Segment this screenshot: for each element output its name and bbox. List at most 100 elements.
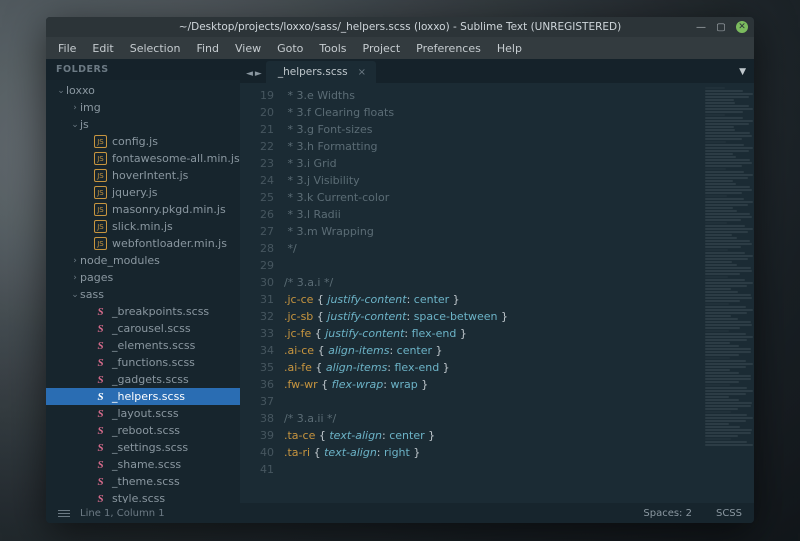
code-line[interactable]: .ta-ri { text-align: right } — [284, 444, 702, 461]
line-number: 26 — [240, 206, 274, 223]
tree-item-label: hoverIntent.js — [112, 169, 188, 182]
code-line[interactable]: * 3.m Wrapping — [284, 223, 702, 240]
menu-selection[interactable]: Selection — [122, 39, 189, 58]
folder-node_modules[interactable]: ›node_modules — [46, 252, 240, 269]
titlebar[interactable]: ~/Desktop/projects/loxxo/sass/_helpers.s… — [46, 17, 754, 37]
menu-preferences[interactable]: Preferences — [408, 39, 489, 58]
line-number: 40 — [240, 444, 274, 461]
code-line[interactable] — [284, 393, 702, 410]
sass-file-icon: S — [94, 407, 107, 420]
tab-overflow-icon[interactable]: ▼ — [739, 67, 746, 77]
file-_gadgets.scss[interactable]: S_gadgets.scss — [46, 371, 240, 388]
file-slick.min.js[interactable]: JSslick.min.js — [46, 218, 240, 235]
folder-loxxo[interactable]: ⌄loxxo — [46, 82, 240, 99]
menu-view[interactable]: View — [227, 39, 269, 58]
code-line[interactable]: .jc-ce { justify-content: center } — [284, 291, 702, 308]
maximize-icon[interactable]: ▢ — [716, 22, 726, 32]
code-line[interactable]: * 3.f Clearing floats — [284, 104, 702, 121]
code-line[interactable] — [284, 461, 702, 478]
menu-goto[interactable]: Goto — [269, 39, 311, 58]
code-line[interactable]: /* 3.a.ii */ — [284, 410, 702, 427]
minimize-icon[interactable]: — — [696, 22, 706, 32]
code-line[interactable]: * 3.k Current-color — [284, 189, 702, 206]
menu-edit[interactable]: Edit — [84, 39, 121, 58]
tab-label: _helpers.scss — [278, 66, 348, 78]
code-line[interactable]: * 3.i Grid — [284, 155, 702, 172]
file-style.scss[interactable]: Sstyle.scss — [46, 490, 240, 503]
line-number: 29 — [240, 257, 274, 274]
code-line[interactable]: * 3.g Font-sizes — [284, 121, 702, 138]
code-line[interactable]: .ta-ce { text-align: center } — [284, 427, 702, 444]
code-content[interactable]: * 3.e Widths * 3.f Clearing floats * 3.g… — [284, 83, 702, 503]
line-number: 33 — [240, 325, 274, 342]
code-area[interactable]: 1920212223242526272829303132333435363738… — [240, 83, 754, 503]
file-_helpers.scss[interactable]: S_helpers.scss — [46, 388, 240, 405]
file-jquery.js[interactable]: JS jquery.js — [46, 184, 240, 201]
code-line[interactable]: .ai-fe { align-items: flex-end } — [284, 359, 702, 376]
file-_layout.scss[interactable]: S_layout.scss — [46, 405, 240, 422]
file-hoverIntent.js[interactable]: JS hoverIntent.js — [46, 167, 240, 184]
close-icon[interactable]: ✕ — [736, 21, 748, 33]
tab-close-icon[interactable]: × — [358, 67, 366, 78]
code-line[interactable]: .ai-ce { align-items: center } — [284, 342, 702, 359]
code-line[interactable] — [284, 257, 702, 274]
file-fontawesome-all.min.js[interactable]: JSfontawesome-all.min.js — [46, 150, 240, 167]
file-_settings.scss[interactable]: S_settings.scss — [46, 439, 240, 456]
tab-nav-arrows[interactable]: ◄► — [240, 69, 266, 83]
file-_shame.scss[interactable]: S_shame.scss — [46, 456, 240, 473]
sass-file-icon: S — [94, 424, 107, 437]
syntax-setting[interactable]: SCSS — [716, 508, 742, 519]
code-line[interactable]: * 3.l Radii — [284, 206, 702, 223]
line-number: 21 — [240, 121, 274, 138]
tree-item-label: sass — [80, 288, 104, 301]
editor-pane: ◄► _helpers.scss × ▼ 1920212223242526272… — [240, 59, 754, 503]
file-_theme.scss[interactable]: S_theme.scss — [46, 473, 240, 490]
minimap[interactable] — [702, 83, 754, 503]
menu-project[interactable]: Project — [355, 39, 409, 58]
sass-file-icon: S — [94, 475, 107, 488]
code-line[interactable]: * 3.h Formatting — [284, 138, 702, 155]
code-line[interactable]: */ — [284, 240, 702, 257]
code-line[interactable]: .jc-sb { justify-content: space-between … — [284, 308, 702, 325]
js-file-icon: JS — [94, 186, 107, 199]
menu-tools[interactable]: Tools — [311, 39, 354, 58]
menu-find[interactable]: Find — [188, 39, 227, 58]
cursor-position[interactable]: Line 1, Column 1 — [80, 508, 165, 519]
code-line[interactable]: * 3.e Widths — [284, 87, 702, 104]
file-_reboot.scss[interactable]: S_reboot.scss — [46, 422, 240, 439]
tab-bar[interactable]: ◄► _helpers.scss × ▼ — [240, 59, 754, 83]
chevron-down-icon: ⌄ — [56, 86, 66, 96]
window-title: ~/Desktop/projects/loxxo/sass/_helpers.s… — [179, 21, 621, 33]
file-_carousel.scss[interactable]: S_carousel.scss — [46, 320, 240, 337]
code-line[interactable]: .fw-wr { flex-wrap: wrap } — [284, 376, 702, 393]
line-number: 19 — [240, 87, 274, 104]
folder-img[interactable]: ›img — [46, 99, 240, 116]
file-_breakpoints.scss[interactable]: S_breakpoints.scss — [46, 303, 240, 320]
tree-item-label: _shame.scss — [112, 458, 181, 471]
menu-file[interactable]: File — [50, 39, 84, 58]
file-_functions.scss[interactable]: S_functions.scss — [46, 354, 240, 371]
code-line[interactable]: * 3.j Visibility — [284, 172, 702, 189]
folder-pages[interactable]: ›pages — [46, 269, 240, 286]
indent-setting[interactable]: Spaces: 2 — [643, 508, 692, 519]
sidebar-header: FOLDERS — [46, 59, 240, 80]
file-webfontloader.min.js[interactable]: JSwebfontloader.min.js — [46, 235, 240, 252]
tree-item-label: jquery.js — [112, 186, 158, 199]
menu-help[interactable]: Help — [489, 39, 530, 58]
file-_elements.scss[interactable]: S_elements.scss — [46, 337, 240, 354]
code-line[interactable]: /* 3.a.i */ — [284, 274, 702, 291]
file-masonry.pkgd.min.js[interactable]: JSmasonry.pkgd.min.js — [46, 201, 240, 218]
menu-icon[interactable] — [58, 510, 70, 517]
tree-item-label: node_modules — [80, 254, 160, 267]
file-config.js[interactable]: JSconfig.js — [46, 133, 240, 150]
line-number: 31 — [240, 291, 274, 308]
tree-item-label: _helpers.scss — [112, 390, 185, 403]
folder-js[interactable]: ⌄js — [46, 116, 240, 133]
folder-sass[interactable]: ⌄sass — [46, 286, 240, 303]
code-line[interactable]: .jc-fe { justify-content: flex-end } — [284, 325, 702, 342]
folder-tree[interactable]: ⌄loxxo›img⌄jsJSconfig.jsJSfontawesome-al… — [46, 80, 240, 503]
line-number: 35 — [240, 359, 274, 376]
tab-helpers[interactable]: _helpers.scss × — [266, 61, 376, 83]
js-file-icon: JS — [94, 135, 107, 148]
js-file-icon: JS — [94, 169, 107, 182]
